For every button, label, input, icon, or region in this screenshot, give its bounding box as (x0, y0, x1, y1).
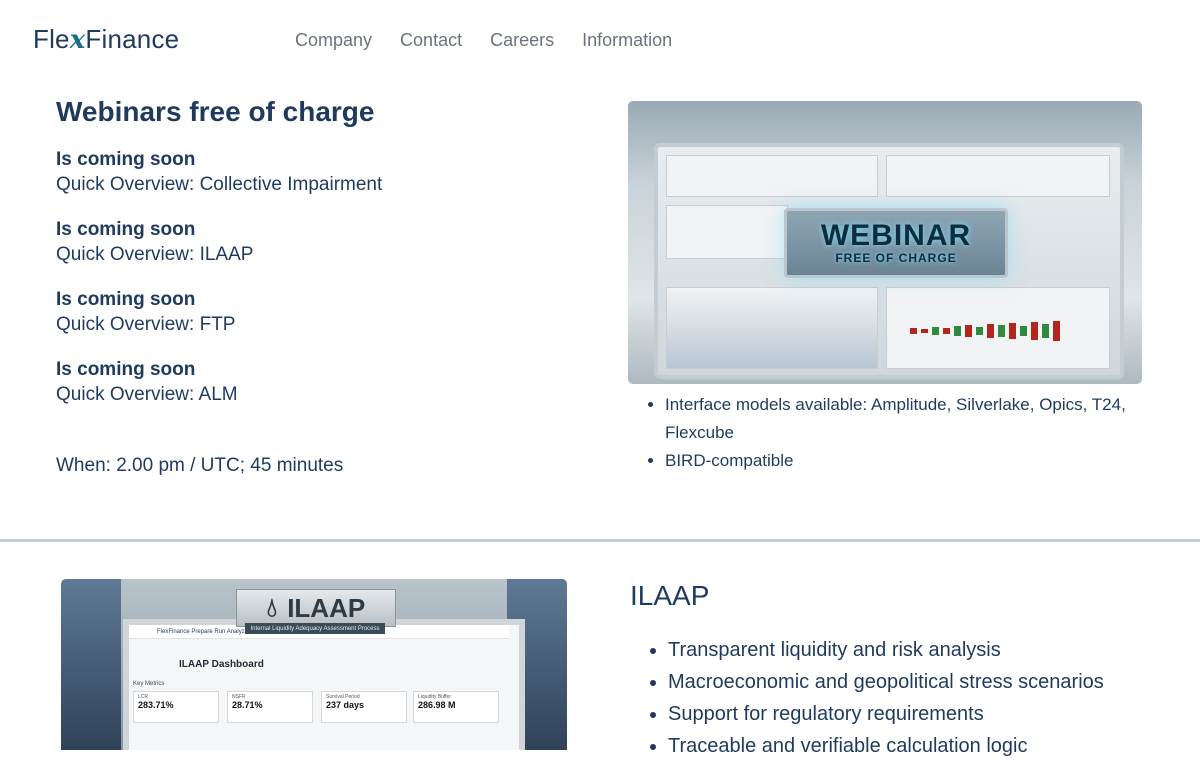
feature-item: Transparent liquidity and risk analysis (668, 634, 1200, 666)
webinar-list: Webinars free of charge Is coming soon Q… (56, 96, 576, 428)
logo-x: x (69, 25, 86, 55)
metric-value: 28.71% (232, 700, 263, 710)
metric-card: Survival Period 237 days (321, 691, 407, 723)
webinar-item: Is coming soon Quick Overview: ALM (56, 358, 576, 408)
metric-card: NSFR 28.71% (227, 691, 313, 723)
webinar-title: Quick Overview: Collective Impairment (56, 174, 383, 195)
ilaap-features: Transparent liquidity and risk analysis … (630, 634, 1200, 762)
webinar-badge: WEBINAR FREE OF CHARGE (784, 208, 1008, 278)
webinar-time: When: 2.00 pm / UTC; 45 minutes (56, 455, 344, 476)
badge-title: WEBINAR (820, 219, 972, 252)
metric-value: 283.71% (138, 700, 174, 710)
ilaap-sign: 💧︎ ILAAP (236, 589, 396, 627)
webinar-status: Is coming soon (56, 359, 196, 380)
logo-suffix: Finance (85, 24, 180, 54)
nav-careers[interactable]: Careers (490, 30, 554, 51)
webinar-item: Is coming soon Quick Overview: FTP (56, 288, 576, 338)
feature-item: Traceable and verifiable calculation log… (668, 730, 1200, 762)
main-nav: Company Contact Careers Information (295, 30, 672, 51)
webinar-title: Quick Overview: ILAAP (56, 244, 254, 265)
dashboard-title: ILAAP Dashboard (179, 659, 264, 670)
webinar-item: Is coming soon Quick Overview: ILAAP (56, 218, 576, 268)
feature-item: Interface models available: Amplitude, S… (665, 391, 1155, 447)
nav-contact[interactable]: Contact (400, 30, 462, 51)
feature-item: BIRD-compatible (665, 447, 1155, 475)
metric-card: Liquidity Buffer 286.98 M (413, 691, 499, 723)
feature-item: Support for regulatory requirements (668, 698, 1200, 730)
webinar-item: Is coming soon Quick Overview: Collectiv… (56, 148, 576, 198)
sign-subtitle: Internal Liquidity Adequacy Assessment P… (245, 623, 385, 634)
key-metrics-label: Key Metrics (133, 681, 165, 687)
dashboard-panel (666, 155, 878, 197)
webinar-title: Quick Overview: FTP (56, 314, 236, 335)
section-divider (0, 539, 1200, 542)
dashboard-panel (886, 155, 1110, 197)
webinar-status: Is coming soon (56, 149, 196, 170)
dashboard-chart-panel (666, 287, 878, 369)
metric-value: 286.98 M (418, 700, 456, 710)
feature-item: Macroeconomic and geopolitical stress sc… (668, 666, 1200, 698)
nav-company[interactable]: Company (295, 30, 372, 51)
webinar-features: Interface models available: Amplitude, S… (628, 391, 1155, 475)
webinar-image: WEBINAR FREE OF CHARGE (628, 101, 1142, 384)
sign-text: ILAAP (287, 592, 366, 623)
webinar-status: Is coming soon (56, 289, 196, 310)
metric-value: 237 days (326, 700, 365, 710)
dashboard-panel (666, 205, 788, 259)
webinar-title: Quick Overview: ALM (56, 384, 238, 405)
logo[interactable]: FlexFinance (33, 24, 179, 55)
logo-prefix: Fle (33, 24, 70, 54)
webinar-status: Is coming soon (56, 219, 196, 240)
waterfall-bars (910, 311, 1110, 351)
badge-subtitle: FREE OF CHARGE (835, 251, 957, 265)
ilaap-image: FlexFinance Prepare Run Analyze Admin 💧︎… (61, 579, 567, 750)
nav-information[interactable]: Information (582, 30, 672, 51)
metric-card: LCR 283.71% (133, 691, 219, 723)
droplet-icon: 💧︎ (266, 592, 278, 622)
ilaap-heading: ILAAP (630, 580, 710, 611)
webinars-heading: Webinars free of charge (56, 96, 375, 127)
window-left (61, 579, 121, 750)
